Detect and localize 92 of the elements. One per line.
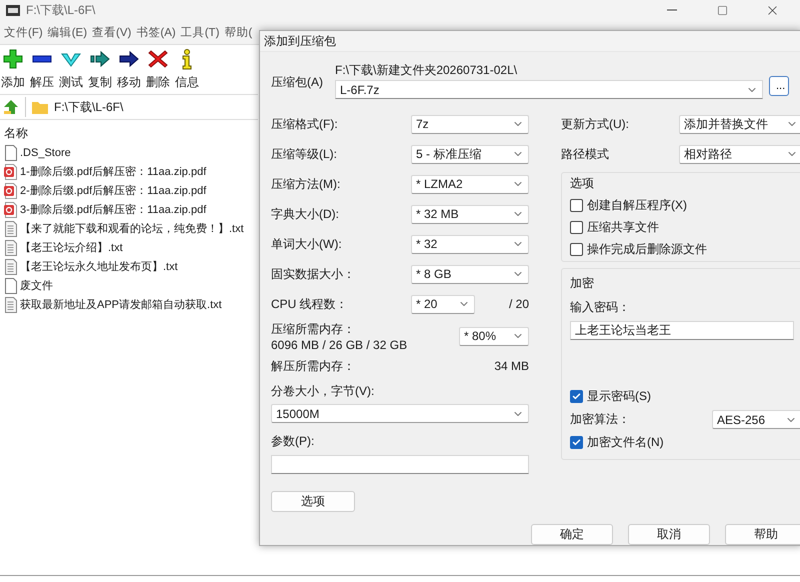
folder-path: F:\下载\新建文件夹20260731-02L\ xyxy=(335,62,518,79)
text-file-icon xyxy=(4,240,18,256)
text-file-icon xyxy=(4,296,18,312)
dropdown[interactable]: 添加并替换文件 xyxy=(679,114,800,134)
folder-icon xyxy=(32,100,48,114)
file-name[interactable]: 1-删除后缀.pdf后解压密：11aa.zip.pdf xyxy=(20,164,206,179)
toolbar-button[interactable]: 移动 xyxy=(116,48,142,94)
toolbar-button[interactable]: 复制 xyxy=(87,48,113,94)
app-icon xyxy=(6,4,20,16)
dropdown[interactable]: AES-256 xyxy=(712,410,800,429)
dialog-button[interactable]: 取消 xyxy=(628,524,710,545)
check-icon xyxy=(572,392,581,401)
file-name[interactable]: 【来了就能下载和观看的论坛，纯免费！】.txt xyxy=(20,221,244,236)
toolbar-button[interactable]: 添加 xyxy=(0,48,26,94)
file-name[interactable]: .DS_Store xyxy=(20,146,71,158)
options-button[interactable]: 选项 xyxy=(271,491,355,512)
dropdown[interactable]: 15000M xyxy=(271,404,529,423)
password-field[interactable]: 上老王论坛当老王 xyxy=(570,321,794,340)
field-label: 解压所需内存： xyxy=(271,358,355,374)
close-icon xyxy=(147,48,169,70)
menu-item[interactable]: 书签(A) xyxy=(136,24,176,40)
field-label: 压缩所需内存： xyxy=(271,320,356,338)
dropdown[interactable]: 7z xyxy=(411,114,529,134)
group-title: 选项 xyxy=(570,175,595,192)
maximize-icon xyxy=(716,4,728,16)
checkbox[interactable]: 创建自解压程序(X) xyxy=(570,197,800,214)
file-icon xyxy=(4,278,18,294)
file-name[interactable]: 获取最新地址及APP请发邮箱自动获取.txt xyxy=(20,297,222,312)
dialog-button[interactable]: 确定 xyxy=(531,524,613,545)
file-name[interactable]: 2-删除后缀.pdf后解压密：11aa.zip.pdf xyxy=(20,183,206,198)
arrow-right-icon xyxy=(89,48,111,70)
file-name[interactable]: 【老王论坛介绍】.txt xyxy=(20,240,123,255)
up-folder-icon[interactable] xyxy=(3,99,19,115)
menu-item[interactable]: 工具(T) xyxy=(180,24,220,40)
browse-button[interactable]: ... xyxy=(769,76,789,96)
toolbar-button[interactable]: 信息 xyxy=(174,48,200,94)
archive-name-field[interactable]: L-6F.7z xyxy=(335,80,763,99)
text-file-icon xyxy=(4,258,18,274)
field-label: 压缩格式(F): xyxy=(271,116,338,132)
field-label: 输入密码： xyxy=(570,299,631,316)
field-label: 压缩方法(M): xyxy=(271,176,340,192)
menu-item[interactable]: 文件(F) xyxy=(4,24,43,40)
memory-value: 34 MB xyxy=(494,359,529,373)
field-label: 参数(P): xyxy=(271,433,316,450)
params-field[interactable] xyxy=(271,455,529,474)
field-label: 固实数据大小： xyxy=(271,266,355,282)
pdf-file-icon xyxy=(4,182,18,198)
toolbar-button[interactable]: 测试 xyxy=(58,48,84,94)
field-label: 单词大小(W): xyxy=(271,236,342,252)
field-label: 加密算法： xyxy=(570,411,630,428)
memory-usage: 6096 MB / 26 GB / 32 GB xyxy=(271,338,408,352)
dropdown[interactable]: * 80% xyxy=(459,326,529,346)
dropdown[interactable]: * LZMA2 xyxy=(411,174,529,194)
file-name[interactable]: 【老王论坛永久地址发布页】.txt xyxy=(20,259,178,274)
field-label: 压缩等级(L): xyxy=(271,146,337,162)
pdf-file-icon xyxy=(4,202,18,218)
toolbar-button[interactable]: 删除 xyxy=(145,48,171,94)
minimize-icon xyxy=(667,9,677,11)
check-icon xyxy=(572,438,581,447)
pdf-file-icon xyxy=(4,164,18,180)
dropdown[interactable]: * 32 xyxy=(411,234,529,254)
field-label: 路径模式 xyxy=(561,146,609,162)
dialog-title: 添加到压缩包 xyxy=(264,32,336,50)
thread-max: / 20 xyxy=(508,297,529,311)
dropdown[interactable]: * 20 xyxy=(411,294,475,314)
arrow-right-icon xyxy=(118,48,140,70)
dropdown[interactable]: 5 - 标准压缩 xyxy=(411,144,529,164)
checkbox[interactable]: 加密文件名(N) xyxy=(570,434,800,451)
checkbox[interactable]: 显示密码(S) xyxy=(570,388,800,405)
dropdown[interactable]: 相对路径 xyxy=(679,144,800,164)
checkbox[interactable]: 压缩共享文件 xyxy=(570,219,800,236)
dialog-button[interactable]: 帮助 xyxy=(725,524,800,545)
field-label: 更新方式(U): xyxy=(561,116,629,132)
file-icon xyxy=(4,144,18,160)
toolbar-button[interactable]: 解压 xyxy=(29,48,55,94)
file-name[interactable]: 3-删除后缀.pdf后解压密：11aa.zip.pdf xyxy=(20,202,206,217)
dropdown[interactable]: * 8 GB xyxy=(411,264,529,284)
plus-icon xyxy=(2,48,24,70)
menu-item[interactable]: 查看(V) xyxy=(92,24,132,40)
field-label: CPU 线程数： xyxy=(271,296,349,312)
field-label: 分卷大小，字节(V): xyxy=(271,383,376,400)
field-label: 压缩包(A) xyxy=(271,74,323,91)
address-field[interactable]: F:\下载\L-6F\ xyxy=(25,97,258,117)
menu-item[interactable]: 帮助( xyxy=(224,24,252,40)
group-title: 加密 xyxy=(570,275,595,292)
file-name[interactable]: 废文件 xyxy=(20,278,53,293)
field-label: 字典大小(D): xyxy=(271,206,339,222)
dropdown[interactable]: * 32 MB xyxy=(411,204,529,224)
checkbox[interactable]: 操作完成后删除源文件 xyxy=(570,241,800,258)
menu-item[interactable]: 编辑(E) xyxy=(48,24,88,40)
text-file-icon xyxy=(4,220,18,236)
window-title: F:\下载\L-6F\ xyxy=(26,2,96,18)
